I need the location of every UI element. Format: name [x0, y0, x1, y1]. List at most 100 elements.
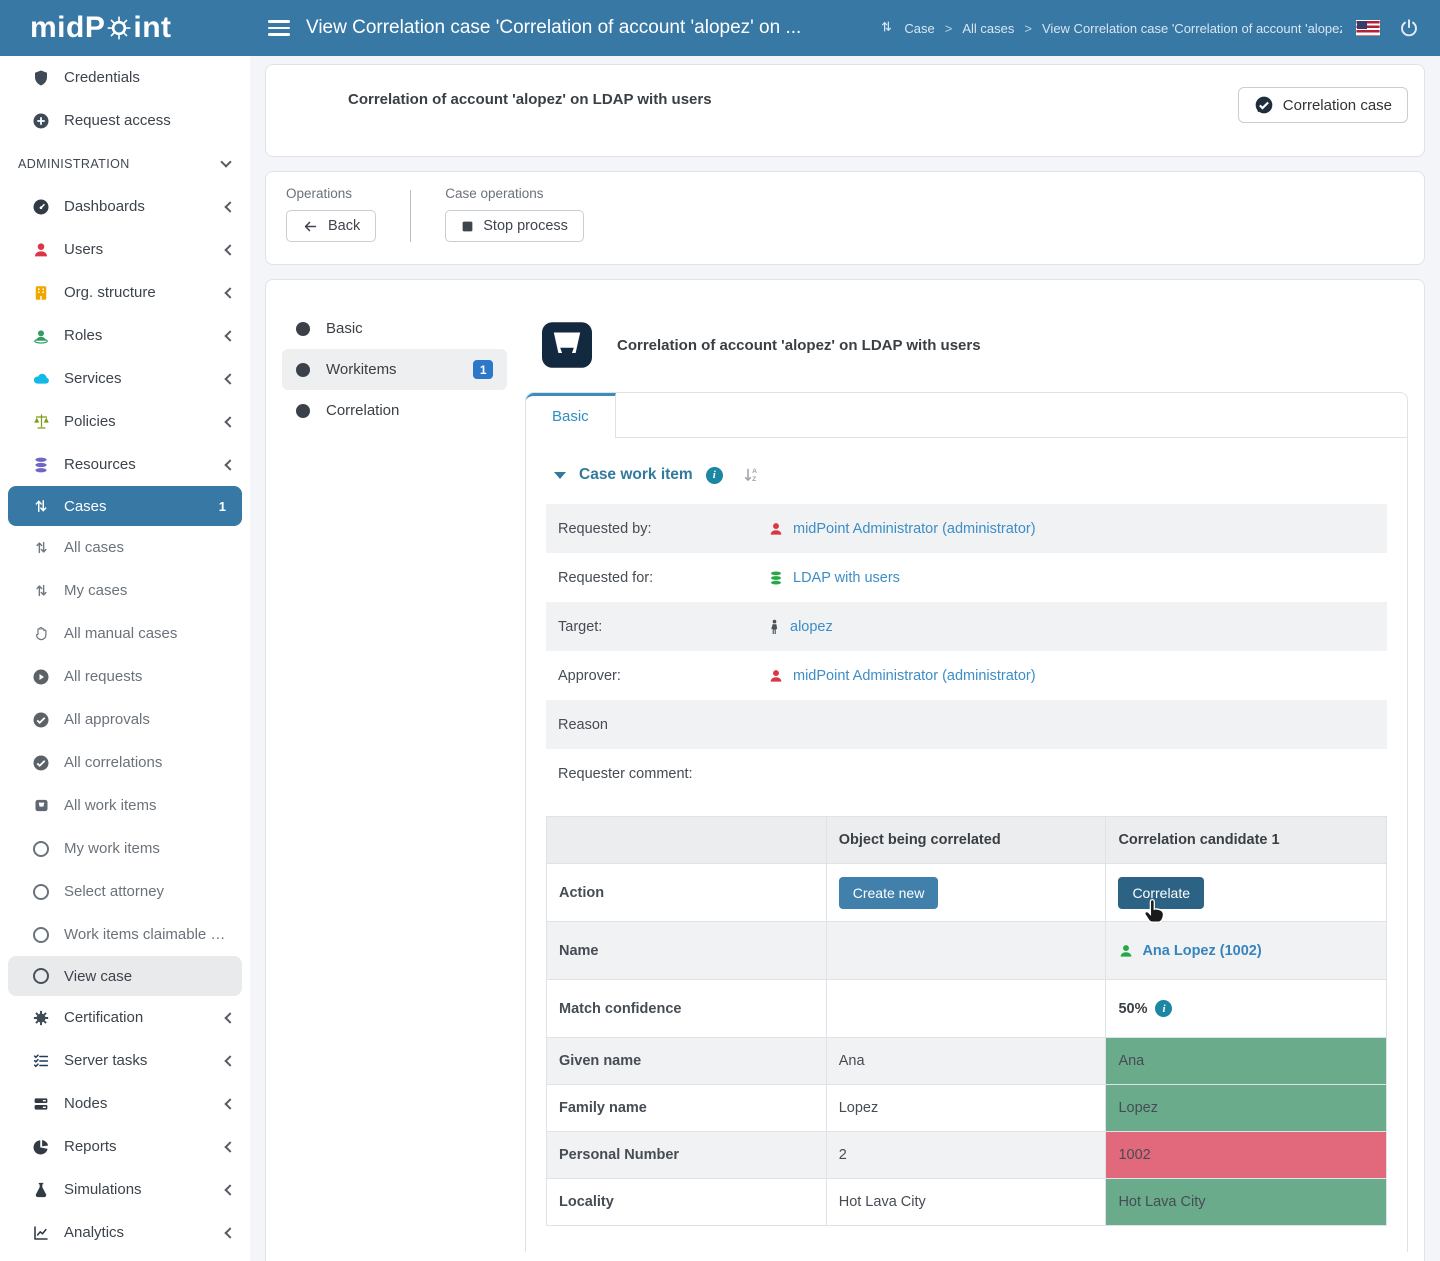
- divider: [410, 190, 411, 242]
- arrow-left-icon: [302, 219, 319, 234]
- circle-outline-icon: [30, 884, 52, 900]
- tab-content: Case work item AZ Requested by: midPoint…: [526, 438, 1407, 1250]
- sidebar-item-users[interactable]: Users: [0, 228, 250, 271]
- tab-basic[interactable]: Basic: [526, 393, 616, 438]
- candidate-value-match: Lopez: [1106, 1085, 1387, 1132]
- candidate-value-mismatch: 1002: [1106, 1132, 1387, 1179]
- requested-for-link[interactable]: LDAP with users: [768, 570, 900, 586]
- case-section-nav: Basic Workitems 1 Correlation: [282, 294, 507, 1261]
- person-dark-icon: [768, 619, 781, 635]
- logout-power-icon[interactable]: [1398, 17, 1420, 39]
- brand-text-left: midP: [30, 11, 105, 45]
- sidebar-item-credentials[interactable]: Credentials: [0, 56, 250, 99]
- sidebar-item-request-access[interactable]: Request access: [0, 99, 250, 142]
- sidebar-item-resources[interactable]: Resources: [0, 443, 250, 486]
- chevron-left-icon: [224, 373, 235, 384]
- chevron-left-icon: [224, 1012, 235, 1023]
- chevron-left-icon: [224, 1098, 235, 1109]
- menu-toggle-icon[interactable]: [268, 16, 290, 40]
- chevron-left-icon: [224, 1141, 235, 1152]
- sidebar-item-org-structure[interactable]: Org. structure: [0, 271, 250, 314]
- breadcrumb-parent[interactable]: All cases: [962, 21, 1014, 36]
- page-title: View Correlation case 'Correlation of ac…: [306, 17, 801, 39]
- create-new-button[interactable]: Create new: [839, 877, 939, 909]
- sidebar-item-my-work-items[interactable]: My work items: [0, 827, 250, 870]
- building-icon: [30, 284, 52, 302]
- stop-process-button[interactable]: Stop process: [445, 210, 584, 242]
- breadcrumb-root[interactable]: Case: [904, 21, 934, 36]
- sidebar-item-simulations[interactable]: Simulations: [0, 1168, 250, 1211]
- chevron-left-icon: [224, 330, 235, 341]
- field-requested-by: Requested by: midPoint Administrator (ad…: [546, 504, 1387, 553]
- server-icon: [30, 1095, 52, 1113]
- gauge-icon: [30, 198, 52, 216]
- sidebar-item-work-items-claimable[interactable]: Work items claimable …: [0, 913, 250, 956]
- field-reason: Reason: [546, 700, 1387, 749]
- sidebar-item-all-approvals[interactable]: All approvals: [0, 698, 250, 741]
- sidebar-item-cases[interactable]: Cases 1: [8, 486, 242, 526]
- field-requested-for: Requested for: LDAP with users: [546, 553, 1387, 602]
- sort-icon[interactable]: AZ: [742, 466, 760, 484]
- locale-flag-us[interactable]: [1356, 20, 1380, 36]
- sidebar-item-select-attorney[interactable]: Select attorney: [0, 870, 250, 913]
- circle-outline-icon: [30, 968, 52, 984]
- attribute-row-personal-number: Personal Number 2 1002: [547, 1132, 1387, 1179]
- flask-icon: [30, 1181, 52, 1199]
- user-red-icon: [30, 241, 52, 259]
- case-icon: [30, 539, 52, 556]
- candidate-name-link[interactable]: Ana Lopez (1002): [1118, 943, 1374, 959]
- case-icon: [30, 497, 52, 515]
- confidence-row: Match confidence 50%: [547, 980, 1387, 1038]
- hand-icon: [30, 625, 52, 642]
- sidebar-item-services[interactable]: Services: [0, 357, 250, 400]
- requested-by-link[interactable]: midPoint Administrator (administrator): [768, 521, 1036, 537]
- sidebar-item-view-case[interactable]: View case: [8, 956, 242, 996]
- resource-green-icon: [768, 570, 784, 586]
- case-nav-workitems[interactable]: Workitems 1: [282, 349, 507, 390]
- user-red-icon: [768, 521, 784, 537]
- svg-text:Z: Z: [752, 476, 756, 483]
- person-green-icon: [1118, 943, 1134, 959]
- case-operations-label: Case operations: [445, 186, 584, 201]
- back-button[interactable]: Back: [286, 210, 376, 242]
- sidebar-item-dashboards[interactable]: Dashboards: [0, 185, 250, 228]
- cases-count-badge: 1: [219, 499, 226, 514]
- chevron-left-icon: [224, 1055, 235, 1066]
- approver-link[interactable]: midPoint Administrator (administrator): [768, 668, 1036, 684]
- target-link[interactable]: alopez: [768, 619, 833, 635]
- case-icon: [879, 19, 894, 37]
- case-nav-basic[interactable]: Basic: [282, 308, 507, 349]
- sidebar-item-analytics[interactable]: Analytics: [0, 1211, 250, 1254]
- pie-chart-icon: [30, 1138, 52, 1156]
- sidebar-item-roles[interactable]: Roles: [0, 314, 250, 357]
- correlation-table: Object being correlated Correlation cand…: [546, 816, 1387, 1226]
- plus-circle-icon: [30, 112, 52, 130]
- sidebar-item-certification[interactable]: Certification: [0, 996, 250, 1039]
- scales-icon: [30, 412, 52, 431]
- case-nav-correlation[interactable]: Correlation: [282, 390, 507, 431]
- workitem-title: Correlation of account 'alopez' on LDAP …: [617, 337, 981, 354]
- info-icon[interactable]: [706, 467, 723, 484]
- sidebar: Credentials Request access ADMINISTRATIO…: [0, 56, 250, 1261]
- case-icon: [30, 582, 52, 599]
- chevron-left-icon: [224, 459, 235, 470]
- sidebar-item-my-cases[interactable]: My cases: [0, 569, 250, 612]
- operations-label: Operations: [286, 186, 376, 201]
- top-header: midP int View Correlation case 'Correlat…: [0, 0, 1440, 56]
- sidebar-item-server-tasks[interactable]: Server tasks: [0, 1039, 250, 1082]
- midpoint-logo[interactable]: midP int: [0, 11, 250, 45]
- info-icon[interactable]: [1155, 1000, 1172, 1017]
- sidebar-item-reports[interactable]: Reports: [0, 1125, 250, 1168]
- chevron-down-icon: [220, 156, 231, 167]
- sidebar-item-nodes[interactable]: Nodes: [0, 1082, 250, 1125]
- operations-card: Operations Back Case operations Stop pro…: [265, 171, 1425, 265]
- sidebar-item-all-work-items[interactable]: All work items: [0, 784, 250, 827]
- action-row: Action Create new Correlate: [547, 864, 1387, 922]
- sidebar-item-all-requests[interactable]: All requests: [0, 655, 250, 698]
- sidebar-section-administration[interactable]: ADMINISTRATION: [0, 142, 250, 185]
- sidebar-item-all-manual-cases[interactable]: All manual cases: [0, 612, 250, 655]
- sidebar-item-policies[interactable]: Policies: [0, 400, 250, 443]
- sidebar-item-all-cases[interactable]: All cases: [0, 526, 250, 569]
- collapse-caret-icon[interactable]: [554, 472, 566, 479]
- sidebar-item-all-correlations[interactable]: All correlations: [0, 741, 250, 784]
